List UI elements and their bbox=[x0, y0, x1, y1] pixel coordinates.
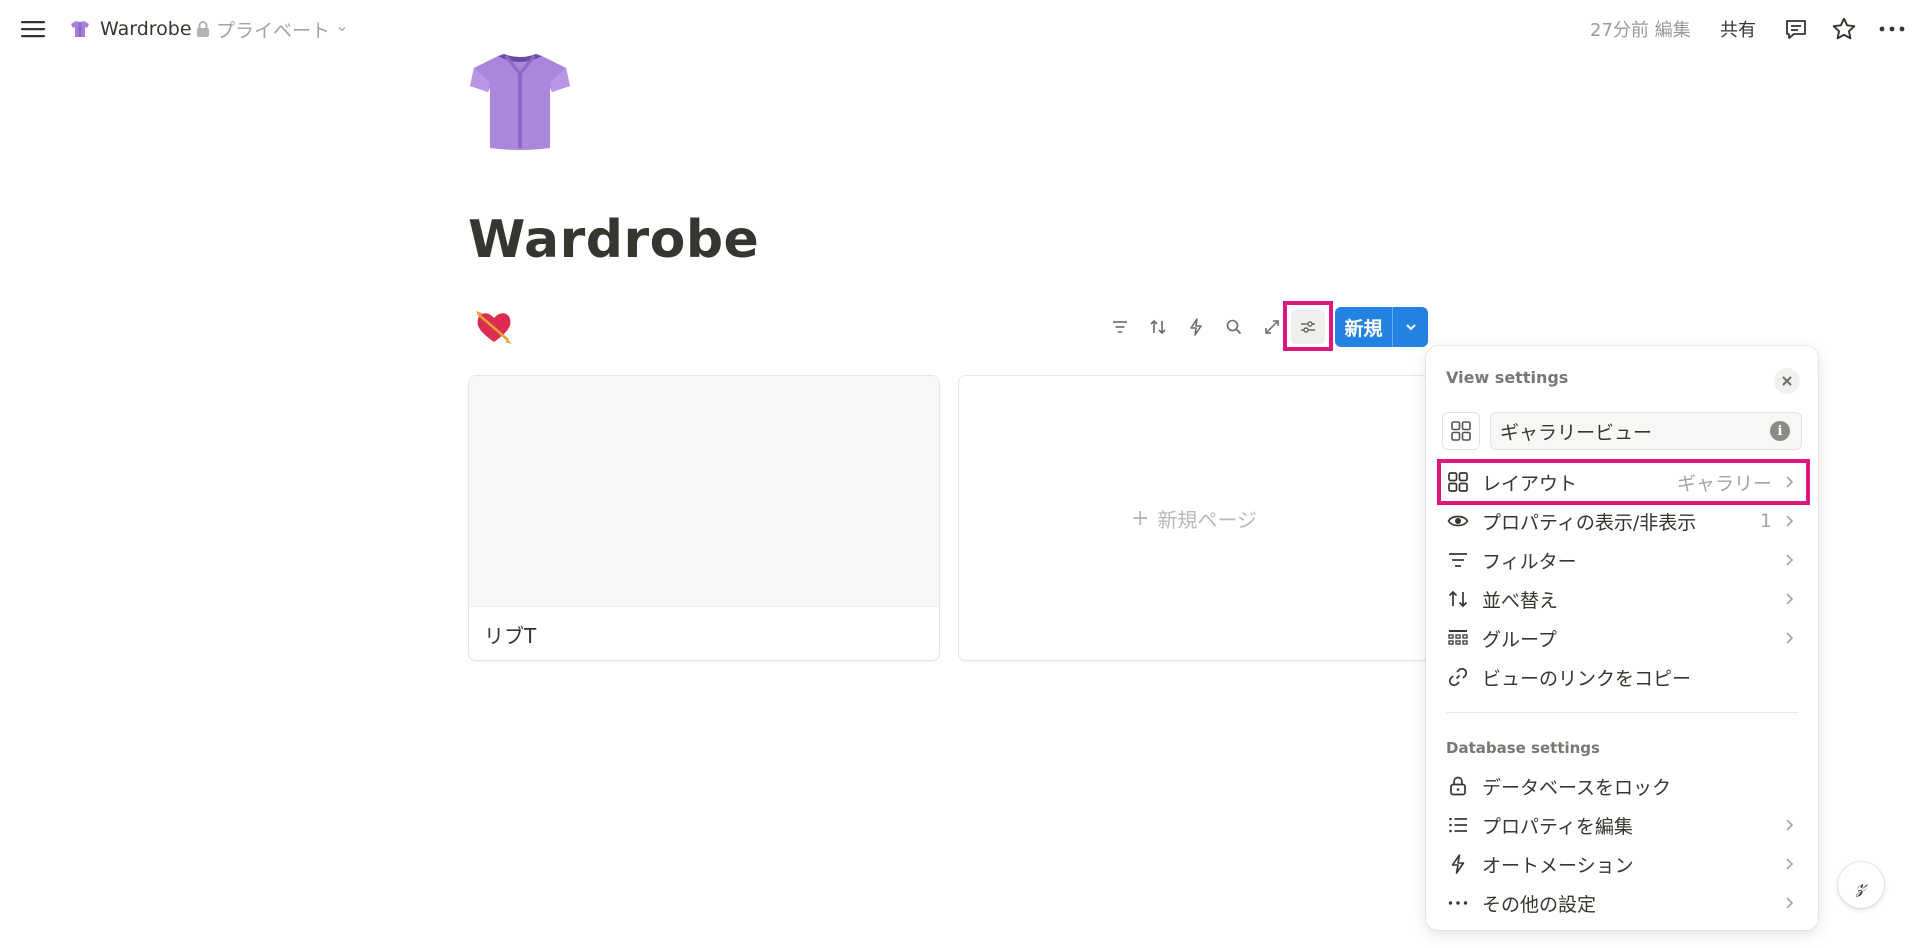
filter-menu-item[interactable]: フィルター bbox=[1438, 542, 1806, 578]
sort-icon bbox=[1150, 319, 1166, 335]
more-settings-menu-item[interactable]: その他の設定 bbox=[1438, 885, 1806, 921]
plus-icon: + bbox=[1130, 505, 1150, 531]
page-title[interactable]: Wardrobe bbox=[468, 210, 759, 270]
chevron-right-icon bbox=[1782, 856, 1798, 872]
menu-item-label: プロパティを編集 bbox=[1482, 815, 1633, 838]
chevron-right-icon bbox=[1782, 513, 1798, 529]
lightning-icon bbox=[1190, 318, 1202, 336]
card-title: リブT bbox=[484, 623, 537, 648]
chevron-right-icon bbox=[1782, 591, 1798, 607]
menu-item-label: 並べ替え bbox=[1482, 589, 1559, 612]
new-button[interactable]: 新規 bbox=[1335, 307, 1393, 347]
lock-icon bbox=[1446, 774, 1470, 798]
ai-assistant-button[interactable]: 𝓏 bbox=[1838, 862, 1884, 908]
view-settings-panel: View settings i レイアウト ギャラリー bbox=[1426, 346, 1818, 930]
settings-button-highlight bbox=[1283, 301, 1333, 351]
automation-icon bbox=[1446, 852, 1470, 876]
copy-view-link-menu-item[interactable]: ビューのリンクをコピー bbox=[1438, 659, 1806, 695]
search-button[interactable] bbox=[1217, 310, 1251, 344]
share-button[interactable]: 共有 bbox=[1712, 12, 1764, 46]
more-icon bbox=[1446, 891, 1470, 915]
hamburger-menu-icon bbox=[21, 21, 45, 38]
eye-icon bbox=[1446, 509, 1470, 533]
comment-icon bbox=[1786, 20, 1806, 39]
chevron-right-icon bbox=[1782, 817, 1798, 833]
breadcrumb[interactable]: Wardrobe bbox=[64, 11, 198, 47]
comments-button[interactable] bbox=[1776, 9, 1816, 49]
page-icon[interactable] bbox=[466, 52, 574, 152]
group-icon bbox=[1446, 626, 1470, 650]
more-options-button[interactable] bbox=[1872, 9, 1912, 49]
privacy-label: プライベート bbox=[216, 19, 331, 42]
group-menu-item[interactable]: グループ bbox=[1438, 620, 1806, 656]
edit-properties-menu-item[interactable]: プロパティを編集 bbox=[1438, 807, 1806, 843]
favorite-button[interactable] bbox=[1824, 9, 1864, 49]
list-icon bbox=[1446, 813, 1470, 837]
info-icon[interactable]: i bbox=[1770, 421, 1790, 441]
link-icon bbox=[1446, 665, 1470, 689]
filter-icon bbox=[1113, 321, 1127, 333]
privacy-dropdown[interactable]: プライベート bbox=[196, 11, 348, 47]
view-type-icon-button[interactable] bbox=[1442, 412, 1480, 450]
more-horizontal-icon bbox=[1879, 26, 1905, 32]
new-button-group: 新規 bbox=[1335, 307, 1428, 347]
purple-shirt-icon bbox=[470, 54, 570, 150]
view-tab[interactable] bbox=[474, 308, 514, 346]
new-dropdown-button[interactable] bbox=[1393, 307, 1428, 347]
menu-item-label: データベースをロック bbox=[1482, 776, 1672, 799]
automation-menu-item[interactable]: オートメーション bbox=[1438, 846, 1806, 882]
menu-item-label: フィルター bbox=[1482, 550, 1577, 573]
view-settings-header: View settings bbox=[1446, 368, 1569, 387]
new-page-label: 新規ページ bbox=[1157, 507, 1258, 532]
sort-button[interactable] bbox=[1141, 310, 1175, 344]
automation-button[interactable] bbox=[1179, 310, 1213, 344]
filter-icon bbox=[1446, 548, 1470, 572]
view-name-input[interactable] bbox=[1490, 412, 1802, 450]
chevron-right-icon bbox=[1782, 552, 1798, 568]
close-button[interactable] bbox=[1774, 368, 1800, 394]
database-settings-header: Database settings bbox=[1446, 739, 1600, 757]
sidebar-menu-button[interactable] bbox=[14, 12, 52, 46]
menu-item-label: ビューのリンクをコピー bbox=[1482, 667, 1692, 690]
menu-item-value: 1 bbox=[1759, 510, 1772, 532]
gallery-grid-icon bbox=[1451, 421, 1471, 441]
new-page-card[interactable]: + 新規ページ bbox=[958, 375, 1430, 661]
filter-button[interactable] bbox=[1103, 310, 1137, 344]
menu-item-label: その他の設定 bbox=[1482, 893, 1597, 916]
breadcrumb-page-title: Wardrobe bbox=[100, 18, 192, 40]
lock-icon bbox=[197, 21, 209, 37]
chevron-right-icon bbox=[1782, 895, 1798, 911]
search-icon bbox=[1226, 319, 1242, 335]
lock-database-menu-item[interactable]: データベースをロック bbox=[1438, 768, 1806, 804]
chevron-down-icon bbox=[338, 26, 346, 32]
expand-icon bbox=[1265, 320, 1279, 334]
close-icon bbox=[1782, 376, 1792, 386]
ai-assistant-icon: 𝓏 bbox=[1855, 872, 1867, 898]
chevron-right-icon bbox=[1782, 630, 1798, 646]
property-visibility-menu-item[interactable]: プロパティの表示/非表示 1 bbox=[1438, 503, 1806, 539]
sort-menu-item[interactable]: 並べ替え bbox=[1438, 581, 1806, 617]
last-edited-text: 27分前 編集 bbox=[1590, 20, 1691, 41]
chevron-down-icon bbox=[1405, 324, 1416, 331]
layout-item-highlight bbox=[1437, 459, 1810, 505]
top-bar: Wardrobe プライベート 27分前 編集 共有 bbox=[0, 0, 1920, 58]
sort-icon bbox=[1446, 587, 1470, 611]
heart-with-arrow-icon bbox=[476, 311, 512, 344]
gallery-card[interactable]: リブT bbox=[468, 375, 940, 661]
star-icon bbox=[1832, 17, 1856, 40]
purple-shirt-icon bbox=[71, 21, 89, 37]
divider bbox=[1446, 712, 1798, 713]
card-cover bbox=[469, 376, 939, 607]
menu-item-label: グループ bbox=[1482, 628, 1557, 651]
menu-item-label: オートメーション bbox=[1482, 854, 1634, 877]
menu-item-label: プロパティの表示/非表示 bbox=[1482, 511, 1697, 534]
